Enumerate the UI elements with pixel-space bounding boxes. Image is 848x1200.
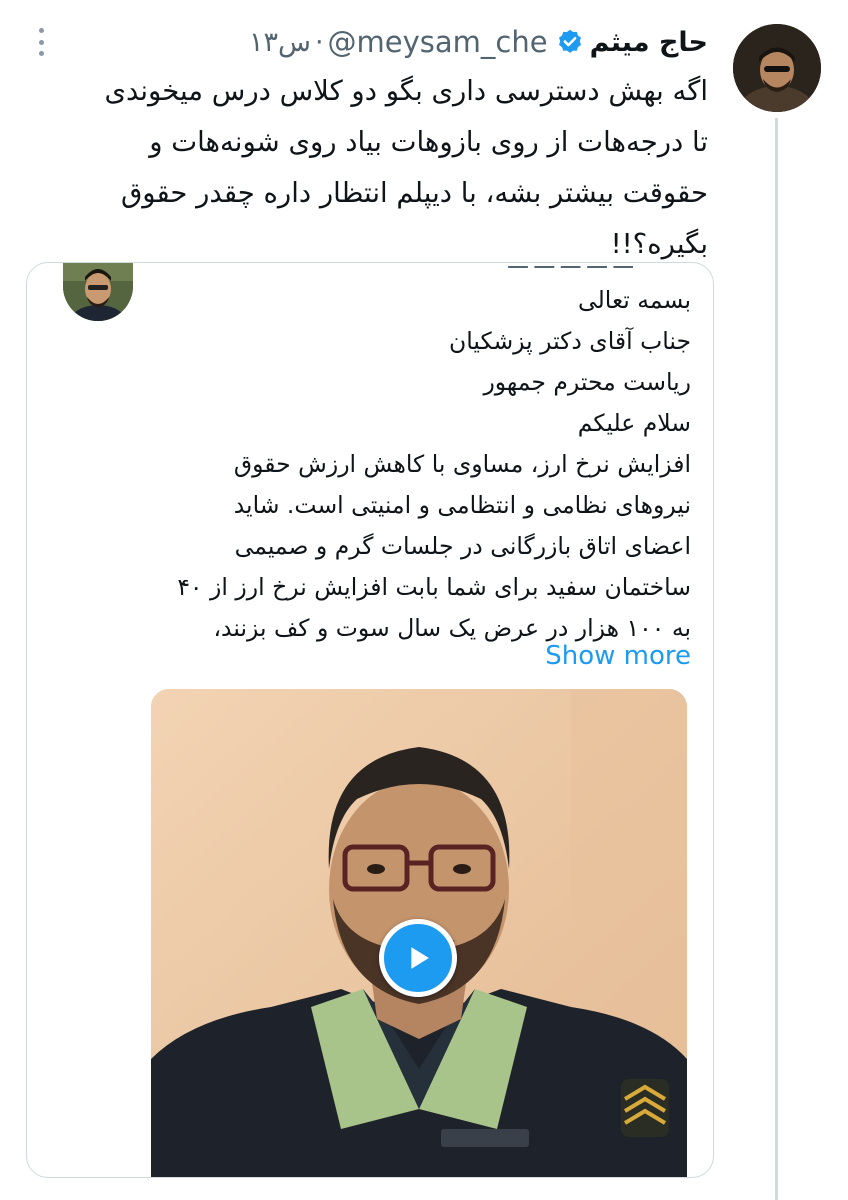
header-separator: · (314, 26, 324, 58)
quoted-body-line: ساختمان سفید برای شما بابت افزایش نرخ ار… (177, 573, 691, 601)
quoted-recipient: جناب آقای دکتر پزشکیان (448, 327, 691, 355)
tweet-text-line: حقوقت بیشتر بشه، با دیپلم انتظار داره چق… (120, 177, 708, 209)
quoted-body-line: افزایش نرخ ارز، مساوی با کاهش ارزش حقوق (233, 450, 691, 478)
tweet-screenshot: حاج میثم @meysam_che · ۱۳س اگه بهش دسترس… (0, 0, 848, 1200)
author-avatar[interactable] (733, 24, 821, 112)
quoted-salutation: سلام علیکم (577, 409, 691, 437)
verified-badge-icon (556, 28, 584, 56)
quoted-title: ریاست محترم جمهور (483, 368, 691, 396)
thread-line (775, 118, 778, 1200)
quoted-greeting: بسمه تعالی (578, 286, 691, 314)
quoted-body-line: نیروهای نظامی و انتظامی و امنیتی است. شا… (233, 491, 691, 519)
tweet-text-line: تا درجه‌هات از روی بازوهات بیاد روی شونه… (149, 126, 708, 158)
play-icon (411, 947, 429, 969)
more-options-icon[interactable] (34, 28, 48, 56)
show-more-link[interactable]: Show more (545, 641, 691, 671)
tweet-header: حاج میثم @meysam_che · ۱۳س (249, 22, 708, 62)
quoted-body-line: اعضای اتاق بازرگانی در جلسات گرم و صمیمی (234, 532, 691, 560)
quoted-tweet-card[interactable]: ـــ ـــ ـــ ـــ ـــ بسمه تعالی جناب آقای… (26, 262, 714, 1178)
video-thumbnail[interactable] (151, 689, 687, 1177)
play-button[interactable] (379, 919, 457, 997)
quoted-truncated-header: ـــ ـــ ـــ ـــ ـــ (183, 263, 633, 269)
quoted-tweet-text: بسمه تعالی جناب آقای دکتر پزشکیان ریاست … (131, 280, 691, 649)
author-handle[interactable]: @meysam_che (328, 25, 548, 59)
tweet-timestamp[interactable]: ۱۳س (249, 27, 311, 58)
tweet-text: اگه بهش دسترسی داری بگو دو کلاس درس میخو… (28, 66, 708, 270)
tweet-text-line: اگه بهش دسترسی داری بگو دو کلاس درس میخو… (104, 75, 708, 107)
quoted-author-avatar[interactable] (63, 263, 133, 321)
author-name[interactable]: حاج میثم (590, 27, 708, 58)
